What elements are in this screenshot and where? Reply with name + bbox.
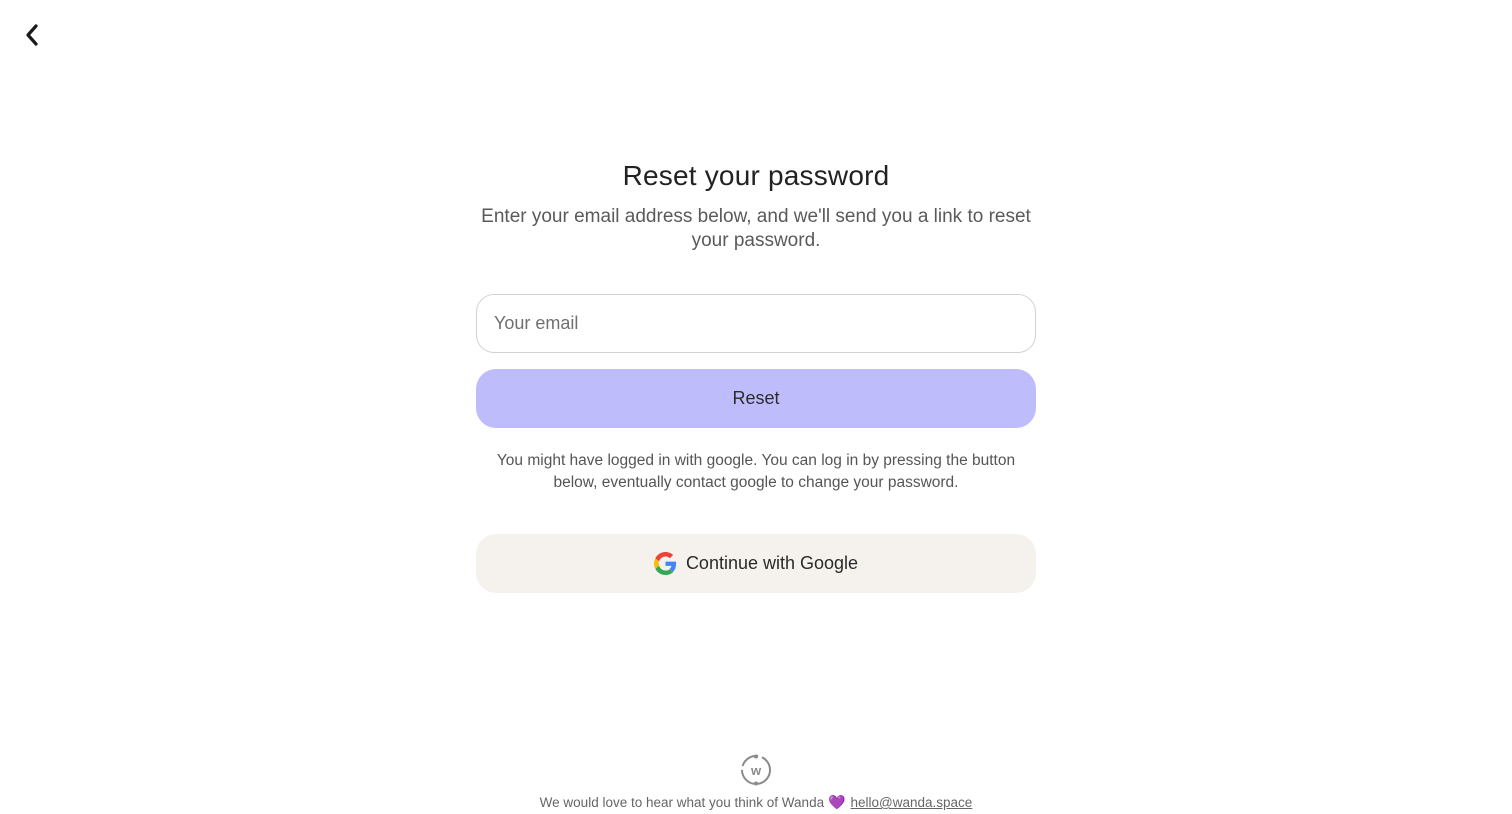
feedback-line: We would love to hear what you think of … [540,794,973,811]
footer: w We would love to hear what you think o… [0,754,1512,811]
back-button[interactable] [16,20,48,50]
contact-email-link[interactable]: hello@wanda.space [851,795,973,810]
page-subtitle: Enter your email address below, and we'l… [481,206,1031,251]
google-button-label: Continue with Google [685,553,859,573]
logo-letter: w [750,763,762,778]
wanda-logo-icon: w [739,754,773,786]
chevron-left-icon [23,23,41,47]
heart-emoji: 💜 [828,794,846,810]
google-hint-text: You might have logged in with google. Yo… [496,452,1016,491]
continue-with-google-button[interactable]: Continue with Google [476,534,1036,593]
email-field[interactable] [476,294,1036,353]
feedback-message: We would love to hear what you think of … [539,795,825,810]
reset-password-page: Reset your password Enter your email add… [0,0,1512,814]
google-g-icon [653,552,677,575]
reset-form: Reset your password Enter your email add… [476,157,1036,593]
reset-button[interactable]: Reset [476,369,1036,428]
page-title: Reset your password [622,160,890,191]
